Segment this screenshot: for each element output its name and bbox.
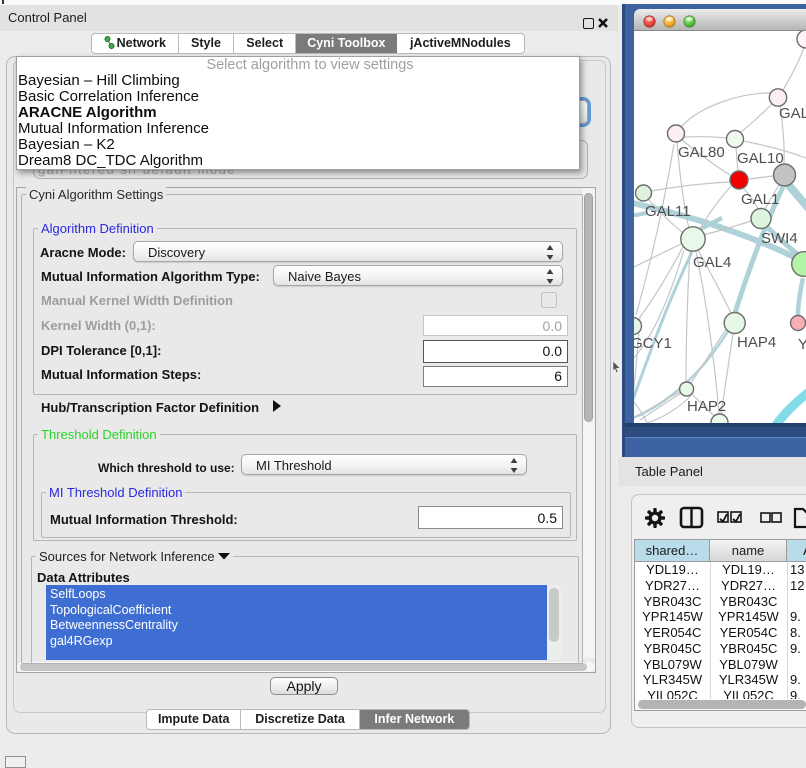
svg-text:Y: Y bbox=[798, 336, 806, 353]
svg-text:GAL11: GAL11 bbox=[645, 203, 691, 220]
svg-text:GAL1: GAL1 bbox=[741, 191, 779, 208]
svg-text:GCY1: GCY1 bbox=[634, 335, 672, 352]
svg-text:GAL80: GAL80 bbox=[678, 144, 725, 161]
svg-text:GAL10: GAL10 bbox=[737, 150, 784, 167]
svg-text:GAL4: GAL4 bbox=[693, 254, 731, 271]
svg-text:SWI4: SWI4 bbox=[761, 230, 798, 247]
svg-text:GAL: GAL bbox=[779, 105, 806, 122]
svg-text:HAP4: HAP4 bbox=[737, 334, 776, 351]
svg-text:HAP2: HAP2 bbox=[687, 398, 726, 415]
